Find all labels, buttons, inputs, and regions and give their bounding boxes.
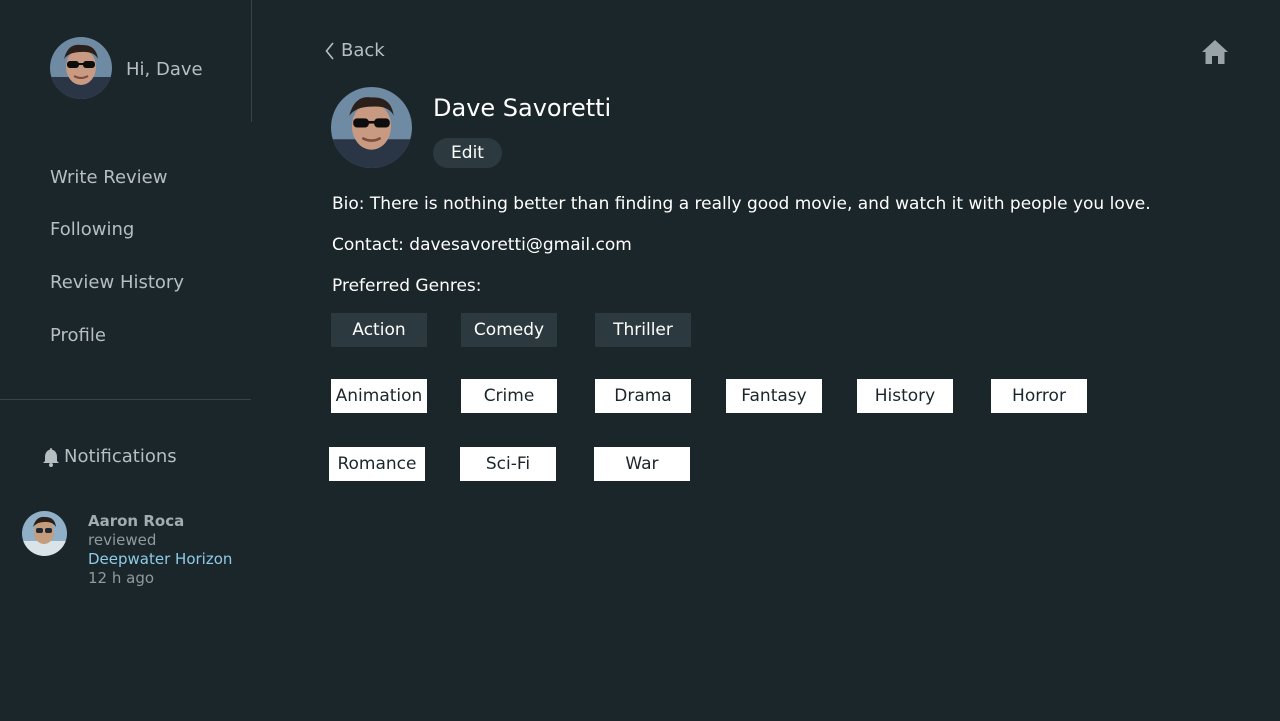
genre-chip-thriller[interactable]: Thriller [595, 313, 691, 347]
genre-chip-action[interactable]: Action [331, 313, 427, 347]
back-button[interactable]: Back [325, 40, 385, 61]
sidebar-item-write-review[interactable]: Write Review [50, 167, 167, 188]
sidebar-item-profile[interactable]: Profile [50, 325, 106, 346]
notifications-title: Notifications [64, 446, 177, 467]
user-avatar[interactable] [50, 37, 112, 99]
greeting-text: Hi, Dave [126, 59, 203, 80]
sidebar: Hi, Dave Write Review Following Review H… [0, 0, 252, 721]
home-button[interactable] [1200, 38, 1230, 66]
genre-chip-drama[interactable]: Drama [595, 379, 691, 413]
chevron-left-icon [325, 41, 334, 60]
profile-avatar[interactable] [331, 87, 412, 168]
preferred-genres-label: Preferred Genres: [332, 276, 482, 296]
notification-action: reviewed [88, 531, 157, 549]
bell-icon [43, 447, 59, 467]
genre-chip-crime[interactable]: Crime [461, 379, 557, 413]
genre-chip-history[interactable]: History [857, 379, 953, 413]
profile-bio: Bio: There is nothing better than findin… [332, 194, 1151, 214]
sidebar-item-review-history[interactable]: Review History [50, 272, 184, 293]
back-label: Back [341, 40, 385, 61]
profile-name: Dave Savoretti [433, 94, 612, 122]
user-box: Hi, Dave [0, 0, 252, 122]
genre-chip-sci-fi[interactable]: Sci-Fi [460, 447, 556, 481]
genre-chip-war[interactable]: War [594, 447, 690, 481]
edit-button[interactable]: Edit [433, 138, 502, 168]
notification-avatar[interactable] [22, 511, 67, 556]
sidebar-item-following[interactable]: Following [50, 219, 134, 240]
app: Hi, Dave Write Review Following Review H… [0, 0, 1280, 721]
notification-user[interactable]: Aaron Roca [88, 512, 232, 531]
notifications-header: Notifications [42, 446, 177, 467]
sidebar-divider [0, 399, 251, 400]
notification-text: Aaron Roca reviewed Deepwater Horizon 12… [88, 512, 232, 588]
home-icon [1202, 40, 1228, 64]
genre-chip-horror[interactable]: Horror [991, 379, 1087, 413]
genre-chip-fantasy[interactable]: Fantasy [726, 379, 822, 413]
genre-chip-comedy[interactable]: Comedy [461, 313, 557, 347]
genre-chip-animation[interactable]: Animation [331, 379, 427, 413]
notification-time: 12 h ago [88, 569, 155, 587]
profile-contact: Contact: davesavoretti@gmail.com [332, 235, 632, 255]
genre-chip-romance[interactable]: Romance [329, 447, 425, 481]
notification-movie-link[interactable]: Deepwater Horizon [88, 550, 232, 569]
